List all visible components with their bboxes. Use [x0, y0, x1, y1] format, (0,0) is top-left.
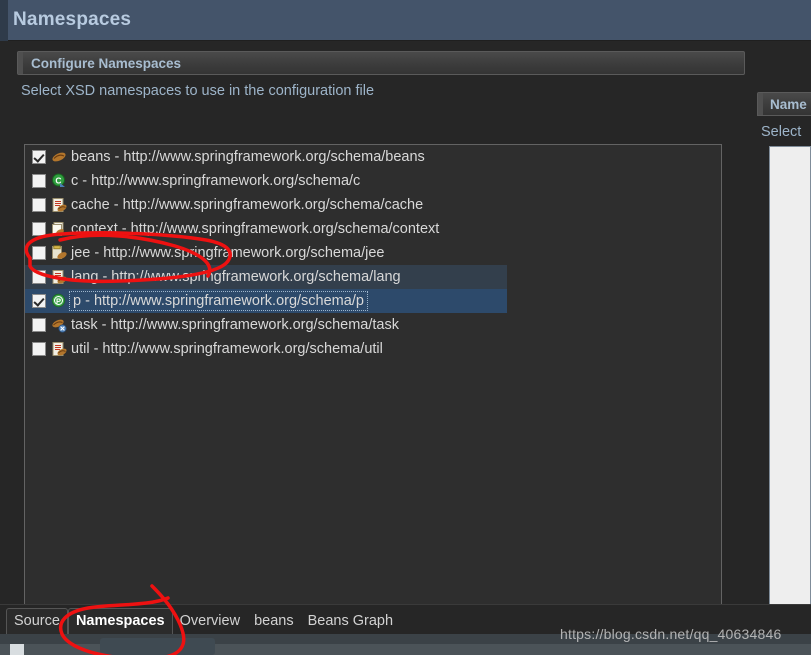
namespace-label-wrap: c - http://www.springframework.org/schem…	[71, 173, 360, 189]
svg-text:P: P	[56, 297, 61, 306]
lang-icon	[51, 269, 68, 285]
context-icon	[51, 221, 68, 237]
right-section-header-label: Name	[770, 96, 807, 112]
namespace-label-wrap: beans - http://www.springframework.org/s…	[71, 149, 425, 165]
namespace-label: c - http://www.springframework.org/schem…	[71, 173, 361, 189]
namespace-row[interactable]: Cc - http://www.springframework.org/sche…	[25, 169, 721, 193]
namespace-row[interactable]: context - http://www.springframework.org…	[25, 217, 721, 241]
tab-beans[interactable]: beans	[247, 608, 301, 634]
editor-tabs: Source Namespaces Overview beans Beans Graph	[6, 607, 400, 634]
c-icon: C	[51, 173, 68, 189]
namespace-row[interactable]: Pp - http://www.springframework.org/sche…	[25, 289, 507, 313]
namespace-label-wrap: cache - http://www.springframework.org/s…	[71, 197, 423, 213]
namespace-label: lang - http://www.springframework.org/sc…	[71, 269, 401, 285]
namespace-checkbox[interactable]	[32, 222, 46, 236]
jee-icon	[51, 245, 68, 261]
namespace-row[interactable]: cache - http://www.springframework.org/s…	[25, 193, 721, 217]
tab-source[interactable]: Source	[6, 608, 68, 634]
namespace-checkbox[interactable]	[32, 342, 46, 356]
namespace-label-wrap: task - http://www.springframework.org/sc…	[71, 317, 399, 333]
section-header-label: Configure Namespaces	[31, 55, 182, 71]
taskbar-start-icon[interactable]	[10, 644, 24, 655]
taskbar-window-button[interactable]	[100, 638, 215, 655]
application-window: Namespaces Configure Namespaces Select X…	[0, 0, 811, 655]
watermark-text: https://blog.csdn.net/qq_40634846	[560, 626, 782, 642]
namespace-row[interactable]: jee - http://www.springframework.org/sch…	[25, 241, 721, 265]
tab-namespaces[interactable]: Namespaces	[67, 608, 173, 634]
util-icon	[51, 341, 68, 357]
namespace-checkbox[interactable]	[32, 246, 46, 260]
right-section-header: Name	[757, 92, 811, 116]
namespace-checkbox[interactable]	[32, 318, 46, 332]
namespace-checkbox[interactable]	[32, 174, 46, 188]
configure-namespaces-section: Configure Namespaces Select XSD namespac…	[17, 51, 745, 99]
namespace-checkbox[interactable]	[32, 294, 46, 308]
task-icon	[51, 317, 68, 333]
titlebar-accent-bar	[0, 0, 8, 41]
cache-icon	[51, 197, 68, 213]
namespace-label: context - http://www.springframework.org…	[71, 221, 440, 237]
section-header: Configure Namespaces	[17, 51, 745, 75]
namespace-label-wrap: jee - http://www.springframework.org/sch…	[71, 245, 385, 261]
namespace-label: cache - http://www.springframework.org/s…	[71, 197, 424, 213]
namespace-label: util - http://www.springframework.org/sc…	[71, 341, 383, 357]
beans-icon	[51, 149, 68, 165]
right-side-section: Name Select	[757, 92, 811, 140]
namespace-checkbox[interactable]	[32, 150, 46, 164]
namespace-row[interactable]: task - http://www.springframework.org/sc…	[25, 313, 721, 337]
namespace-checkbox[interactable]	[32, 198, 46, 212]
namespace-row[interactable]: beans - http://www.springframework.org/s…	[25, 145, 721, 169]
p-icon: P	[51, 293, 68, 309]
editor-body: Configure Namespaces Select XSD namespac…	[0, 41, 811, 655]
namespace-label: jee - http://www.springframework.org/sch…	[71, 245, 385, 261]
namespace-checkbox[interactable]	[32, 270, 46, 284]
namespace-row[interactable]: util - http://www.springframework.org/sc…	[25, 337, 721, 361]
right-namespace-table[interactable]	[769, 146, 811, 646]
namespace-label-wrap: util - http://www.springframework.org/sc…	[71, 341, 383, 357]
namespace-label-wrap: p - http://www.springframework.org/schem…	[69, 291, 368, 311]
tab-beans-graph[interactable]: Beans Graph	[301, 608, 400, 634]
namespace-label: task - http://www.springframework.org/sc…	[71, 317, 399, 333]
namespace-row[interactable]: lang - http://www.springframework.org/sc…	[25, 265, 507, 289]
namespace-label-wrap: lang - http://www.springframework.org/sc…	[71, 269, 401, 285]
page-title: Namespaces	[13, 9, 132, 30]
right-section-description: Select	[761, 124, 802, 140]
section-description: Select XSD namespaces to use in the conf…	[21, 83, 375, 99]
namespace-list[interactable]: beans - http://www.springframework.org/s…	[24, 144, 722, 655]
namespace-label: p - http://www.springframework.org/schem…	[73, 293, 364, 309]
tab-overview[interactable]: Overview	[173, 608, 247, 634]
namespace-label-wrap: context - http://www.springframework.org…	[71, 221, 439, 237]
window-titlebar: Namespaces	[0, 0, 811, 41]
namespace-label: beans - http://www.springframework.org/s…	[71, 149, 425, 165]
